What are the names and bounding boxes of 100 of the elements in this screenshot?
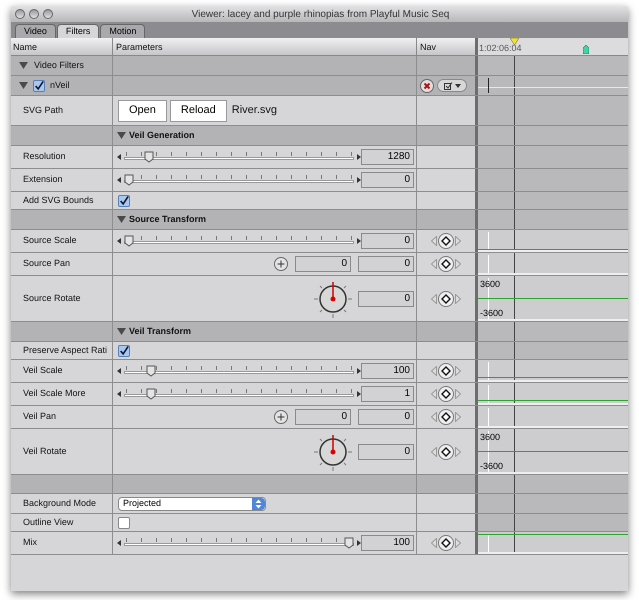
value-field[interactable]: 0 [295,409,351,425]
time-tick [488,534,489,552]
value-field[interactable]: 1 [361,386,414,402]
parameter-label: Veil Rotate [22,444,67,458]
slider-left-arrow-icon[interactable] [117,238,121,244]
disclosure-triangle[interactable] [117,215,126,224]
slider-right-arrow-icon[interactable] [357,391,361,397]
parameter-label: Extension [22,173,63,186]
window-title: Viewer: lacey and purple rhinopias from Playful Music Seq [190,8,450,22]
time-tick [488,255,489,273]
add-keyframe-button[interactable] [438,386,454,402]
value-field[interactable]: 0 [358,444,414,460]
slider-left-arrow-icon[interactable] [117,540,121,546]
slider-thumb[interactable] [344,537,354,549]
tab[interactable]: Filters [56,24,100,38]
crosshair-button[interactable] [274,257,288,271]
add-keyframe-button[interactable] [438,256,454,272]
disclosure-triangle[interactable] [19,61,28,70]
add-keyframe-button[interactable] [438,409,454,425]
slider-right-arrow-icon[interactable] [357,238,361,244]
mode-dropdown[interactable]: Projected [118,496,266,510]
parameter-label: Preserve Aspect Rati [22,344,108,357]
checkbox[interactable] [33,80,45,92]
column-header: Nav [419,41,438,54]
slider-left-arrow-icon[interactable] [117,391,121,397]
slider-thumb[interactable] [146,388,156,400]
crosshair-button[interactable] [274,410,288,424]
disclosure-triangle[interactable] [19,81,28,90]
parameter-label: Veil Pan [22,410,56,424]
value-field[interactable]: 0 [361,233,414,249]
slider-left-arrow-icon[interactable] [117,154,121,160]
parameter-label: Source Rotate [22,292,81,305]
slider-thumb[interactable] [124,174,134,186]
disclosure-triangle[interactable] [117,131,126,140]
slider-track[interactable] [124,151,354,163]
slider-right-arrow-icon[interactable] [357,177,361,183]
add-keyframe-button[interactable] [438,233,454,249]
value-field[interactable]: 0 [361,172,414,188]
slider-track[interactable] [124,365,354,377]
parameter-label: Resolution [22,150,66,164]
path-button[interactable]: Open [118,100,167,122]
column-header: Parameters [113,38,417,55]
slider-track[interactable] [124,388,354,400]
options-popup-button[interactable] [437,79,467,92]
tab[interactable]: Video [15,24,56,38]
graph-max-label: 3600 [480,279,500,289]
slider-right-arrow-icon[interactable] [357,154,361,160]
section-title: Source Transform [129,212,206,226]
parameter-label: Background Mode [22,496,96,510]
up-down-arrows-icon [252,498,265,510]
section-title: Veil Transform [129,324,192,338]
add-keyframe-button[interactable] [438,290,454,306]
value-field[interactable]: 0 [358,409,414,425]
parameter-label: Mix [22,536,37,550]
value-field[interactable]: 100 [361,535,414,551]
tab[interactable]: Motion [100,24,146,38]
slider-thumb[interactable] [146,365,156,377]
slider-thumb[interactable] [124,235,134,247]
disclosure-triangle[interactable] [117,327,126,336]
add-keyframe-button[interactable] [438,444,454,460]
nav-cell [417,475,475,493]
value-field[interactable]: 100 [361,363,414,379]
parameter-label: Veil Scale [22,364,63,378]
time-tick [488,78,489,93]
parameter-label: Source Pan [22,257,70,270]
time-tick [488,362,489,380]
slider-thumb[interactable] [144,151,154,163]
marker-icon [583,45,589,54]
section-title: Veil Generation [129,128,195,142]
slider-track[interactable] [124,174,354,186]
timecode: 1:02:06:04 [479,42,522,55]
time-tick [488,385,489,403]
checkbox[interactable] [118,516,130,528]
value-field[interactable]: 0 [295,256,351,272]
checkbox[interactable] [118,194,130,206]
value-field[interactable]: 1280 [361,149,414,165]
slider-track[interactable] [124,235,354,247]
file-name: River.svg [232,103,278,118]
path-button[interactable]: Reload [170,100,227,122]
parameter-label: Veil Scale More [22,387,86,400]
slider-left-arrow-icon[interactable] [117,368,121,374]
checkbox[interactable] [118,344,130,356]
filter-name: nVeil [50,78,70,92]
graph-min-label: -3600 [480,461,504,471]
slider-right-arrow-icon[interactable] [357,368,361,374]
graph-max-label: 3600 [480,432,500,442]
time-tick [488,408,489,426]
add-keyframe-button[interactable] [438,535,454,551]
value-field[interactable]: 0 [358,256,414,272]
graph-min-label: -3600 [480,308,504,318]
close-icon[interactable] [420,78,434,92]
add-keyframe-button[interactable] [438,363,454,379]
slider-track[interactable] [124,537,354,549]
value-field[interactable]: 0 [358,290,414,306]
slider-right-arrow-icon[interactable] [357,540,361,546]
column-header: Name [11,38,113,55]
time-tick [488,232,489,250]
parameter-label: SVG Path [22,104,64,117]
time-tick [488,431,489,472]
slider-left-arrow-icon[interactable] [117,177,121,183]
